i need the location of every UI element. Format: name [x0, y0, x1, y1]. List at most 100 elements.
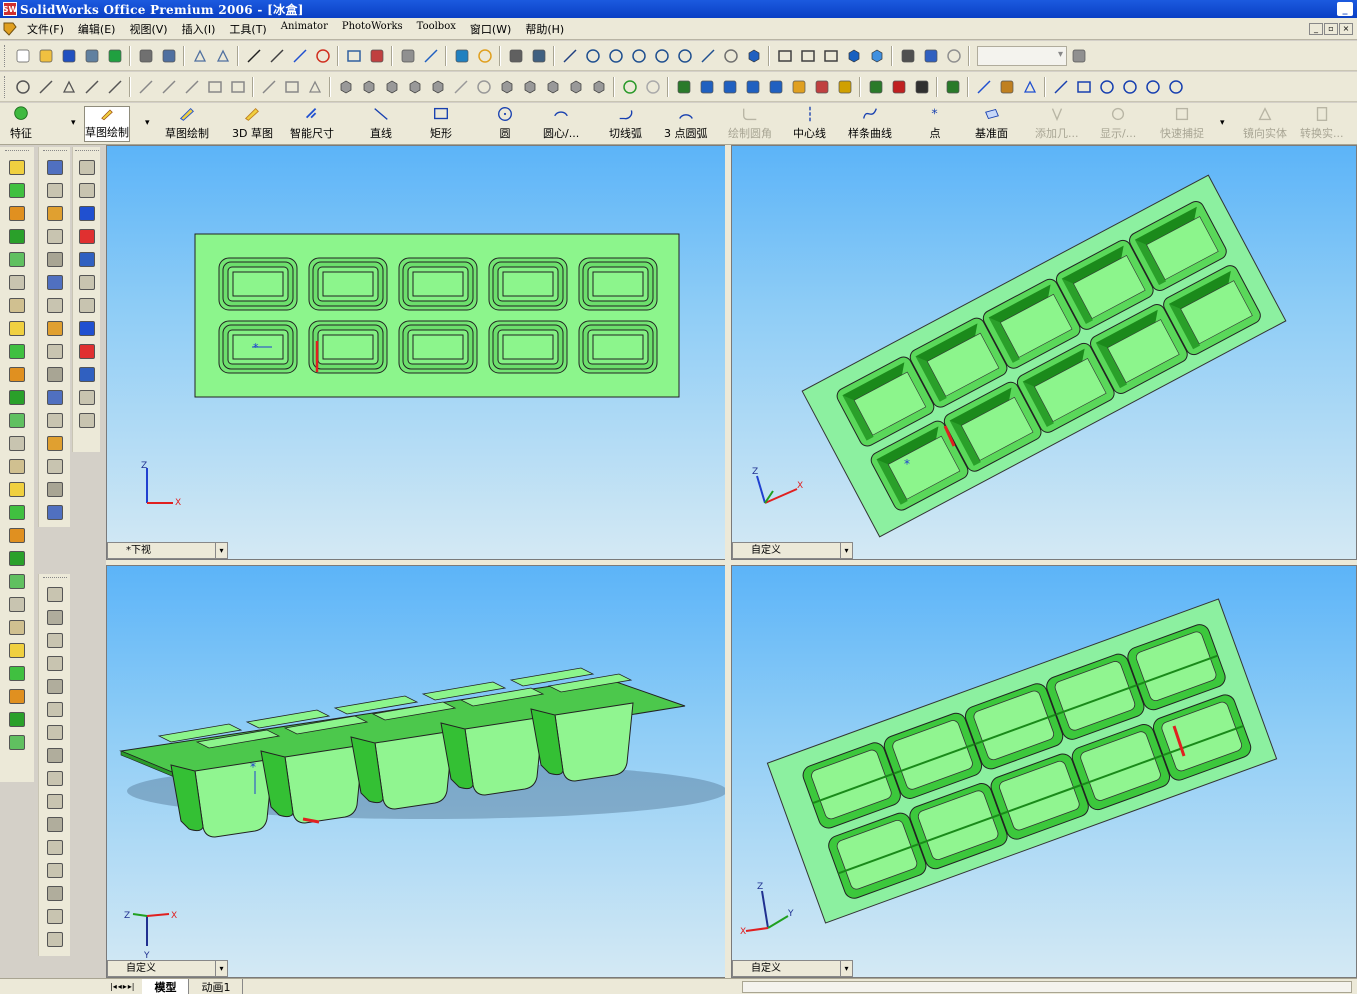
- next-tab-icon[interactable]: ▸: [123, 982, 127, 991]
- snap-dropdown-icon[interactable]: ▾: [1220, 118, 1225, 128]
- measure-button[interactable]: [558, 44, 581, 67]
- cmd-mirror-entities-button[interactable]: 镜向实体: [1243, 104, 1287, 144]
- offset-button[interactable]: [180, 75, 203, 98]
- chevron-down-icon[interactable]: ▾: [215, 961, 227, 976]
- cmd-display-relations-button[interactable]: 显示/...: [1100, 104, 1136, 144]
- sk-arc3-button[interactable]: [1164, 75, 1187, 98]
- menu-item[interactable]: Toolbox: [410, 21, 463, 37]
- sk-arc2-button[interactable]: [1141, 75, 1164, 98]
- corner-button[interactable]: [203, 75, 226, 98]
- feat10-button[interactable]: [541, 75, 564, 98]
- render-area-button[interactable]: [695, 75, 718, 98]
- lt4-tool-3-button[interactable]: [44, 629, 66, 652]
- edit2-button[interactable]: [995, 75, 1018, 98]
- viewport-iso-under[interactable]: Z Y X 自定义 ▾: [731, 565, 1357, 978]
- sk-arc1-button[interactable]: [1118, 75, 1141, 98]
- view-orientation-dropdown[interactable]: *下视 ▾: [107, 542, 228, 559]
- cmd-smart-dimension-button[interactable]: 智能尺寸: [290, 104, 334, 144]
- shaded-button[interactable]: [865, 44, 888, 67]
- lt3-tool-6-button[interactable]: [76, 271, 98, 294]
- lt3-tool-8-button[interactable]: [76, 317, 98, 340]
- lt1-tool-11-button[interactable]: [6, 386, 28, 409]
- render-button[interactable]: [672, 75, 695, 98]
- lt1-tool-15-button[interactable]: [6, 478, 28, 501]
- lt1-tool-6-button[interactable]: [6, 271, 28, 294]
- new-button[interactable]: [11, 44, 34, 67]
- lt1-tool-24-button[interactable]: [6, 685, 28, 708]
- sketch-dropdown-icon[interactable]: ▾: [145, 118, 150, 128]
- lt2-tool-5-button[interactable]: [44, 248, 66, 271]
- camera-button[interactable]: [504, 44, 527, 67]
- feat2-button[interactable]: [357, 75, 380, 98]
- options-button[interactable]: [103, 44, 126, 67]
- cmd-sketch-button[interactable]: 草图绘制: [84, 106, 130, 142]
- lt4-tool-1-button[interactable]: [44, 583, 66, 606]
- dim1-button[interactable]: [257, 75, 280, 98]
- lt4-tool-7-button[interactable]: [44, 721, 66, 744]
- lt4-tool-13-button[interactable]: [44, 859, 66, 882]
- edit-sketch-button[interactable]: [288, 44, 311, 67]
- anim1-button[interactable]: [864, 75, 887, 98]
- cmd-quick-snap-button[interactable]: 快速捕捉: [1160, 104, 1204, 144]
- lt1-tool-26-button[interactable]: [6, 731, 28, 754]
- lt1-tool-3-button[interactable]: [6, 202, 28, 225]
- cmd-center-arc-button[interactable]: 圆心/...: [543, 104, 579, 144]
- view-orientation-dropdown[interactable]: 自定义 ▾: [107, 960, 228, 977]
- lighting-button[interactable]: [810, 75, 833, 98]
- traffic-light-button[interactable]: [311, 44, 334, 67]
- anim2-button[interactable]: [887, 75, 910, 98]
- photo-button[interactable]: [833, 75, 856, 98]
- anim3-button[interactable]: [910, 75, 933, 98]
- lt1-tool-19-button[interactable]: [6, 570, 28, 593]
- edit3-button[interactable]: [1018, 75, 1041, 98]
- doc-close-button[interactable]: ×: [1339, 22, 1353, 35]
- select-filter-button[interactable]: [265, 44, 288, 67]
- cmd-line-button[interactable]: 直线: [370, 104, 392, 144]
- horizontal-scrollbar[interactable]: [742, 980, 1352, 993]
- menu-item[interactable]: 工具(T): [222, 21, 273, 37]
- grid-button[interactable]: [342, 44, 365, 67]
- trim-button[interactable]: [134, 75, 157, 98]
- lt1-tool-2-button[interactable]: [6, 179, 28, 202]
- preview-button[interactable]: [157, 44, 180, 67]
- roll-button[interactable]: [719, 44, 742, 67]
- lt2-tool-3-button[interactable]: [44, 202, 66, 225]
- menu-item[interactable]: Animator: [274, 21, 335, 37]
- tab-animation[interactable]: 动画1: [189, 978, 244, 994]
- lt3-tool-2-button[interactable]: [76, 179, 98, 202]
- edit1-button[interactable]: [972, 75, 995, 98]
- lt1-tool-14-button[interactable]: [6, 455, 28, 478]
- lt1-tool-5-button[interactable]: [6, 248, 28, 271]
- cmd-rectangle-button[interactable]: 矩形: [430, 104, 452, 144]
- scene-button[interactable]: [641, 75, 664, 98]
- pan-button[interactable]: [696, 44, 719, 67]
- render-region-button[interactable]: [718, 75, 741, 98]
- lt2-tool-4-button[interactable]: [44, 225, 66, 248]
- zoom-in-out-button[interactable]: [627, 44, 650, 67]
- viewport-bottom-view[interactable]: * Z X *下视 ▾: [106, 145, 726, 560]
- help-button[interactable]: [473, 44, 496, 67]
- lt2-tool-16-button[interactable]: [44, 501, 66, 524]
- cmd-sketch-fillet-button[interactable]: 绘制圆角: [728, 104, 772, 144]
- lt1-tool-25-button[interactable]: [6, 708, 28, 731]
- lt4-tool-4-button[interactable]: [44, 652, 66, 675]
- lt1-tool-17-button[interactable]: [6, 524, 28, 547]
- zoom-area-button[interactable]: [604, 44, 627, 67]
- rotate-button[interactable]: [673, 44, 696, 67]
- lt4-tool-8-button[interactable]: [44, 744, 66, 767]
- zoom-selection-button[interactable]: [650, 44, 673, 67]
- menu-item[interactable]: 视图(V): [122, 21, 174, 37]
- lt2-tool-14-button[interactable]: [44, 455, 66, 478]
- polygon-button[interactable]: [57, 75, 80, 98]
- properties-button[interactable]: [450, 44, 473, 67]
- lt4-tool-14-button[interactable]: [44, 882, 66, 905]
- view-orientation-dropdown[interactable]: 自定义 ▾: [732, 960, 853, 977]
- feat11-button[interactable]: [564, 75, 587, 98]
- lt1-tool-7-button[interactable]: [6, 294, 28, 317]
- angle-button[interactable]: [103, 75, 126, 98]
- feat1-button[interactable]: [334, 75, 357, 98]
- feat6-button[interactable]: [449, 75, 472, 98]
- document-icon[interactable]: [2, 21, 18, 37]
- sk-line-button[interactable]: [1049, 75, 1072, 98]
- lt4-tool-11-button[interactable]: [44, 813, 66, 836]
